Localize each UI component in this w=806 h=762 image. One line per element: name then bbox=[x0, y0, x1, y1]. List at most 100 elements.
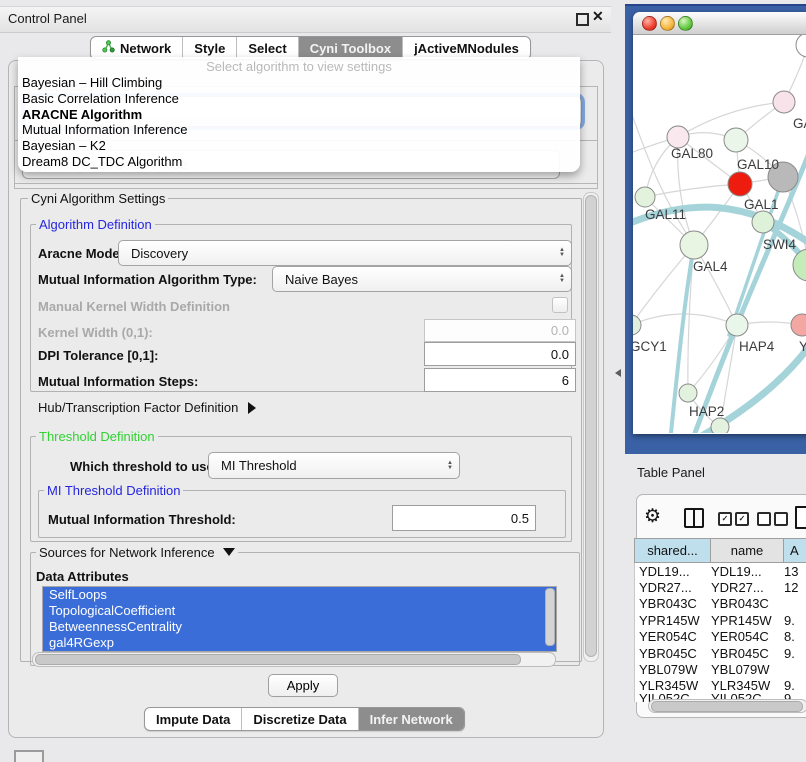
attribute-item-selected[interactable]: SelfLoops bbox=[43, 587, 556, 603]
mi-threshold-input[interactable]: 0.5 bbox=[392, 505, 536, 531]
expander-right-icon bbox=[248, 402, 256, 414]
mi-type-combo[interactable]: Naive Bayes ▲▼ bbox=[272, 266, 572, 292]
tab-discretize-data[interactable]: Discretize Data bbox=[241, 708, 357, 730]
screen: Control Panel ✕ Network Style Select Cyn… bbox=[0, 0, 806, 762]
settings-horizontal-scrollbar[interactable] bbox=[32, 652, 556, 667]
kernel-width-label: Kernel Width (0,1): bbox=[38, 325, 153, 340]
table-row[interactable]: YPR145W YPR145W 9. bbox=[635, 612, 806, 628]
minimized-panel-icon[interactable] bbox=[14, 750, 44, 762]
zoom-traffic-light-icon[interactable] bbox=[678, 16, 693, 31]
algorithm-dropdown-popup: Select algorithm to view settings Bayesi… bbox=[18, 57, 580, 172]
attributes-scrollbar[interactable] bbox=[545, 588, 555, 646]
desktop-background: GAL GAL80 GAL10 GAL1 GAL11 SWI4 GAL4 GCY… bbox=[625, 4, 806, 454]
algorithm-dropdown-list: Bayesian – Hill Climbing Basic Correlati… bbox=[21, 75, 571, 170]
tab-impute-data[interactable]: Impute Data bbox=[145, 708, 241, 730]
dpi-tolerance-label: DPI Tolerance [0,1]: bbox=[38, 348, 158, 363]
table-header-row: shared... name A bbox=[634, 538, 806, 563]
tab-network[interactable]: Network bbox=[91, 37, 182, 59]
node-label: GAL80 bbox=[671, 146, 713, 161]
algorithm-option[interactable]: Mutual Information Inference bbox=[21, 122, 571, 138]
combo-stepper-icon: ▲▼ bbox=[441, 461, 459, 471]
apply-button[interactable]: Apply bbox=[268, 674, 338, 697]
algorithm-option-selected[interactable]: ARACNE Algorithm bbox=[21, 107, 571, 123]
mi-threshold-label: Mutual Information Threshold: bbox=[48, 512, 236, 527]
node-label: HAP4 bbox=[739, 339, 775, 354]
network-canvas[interactable]: GAL GAL80 GAL10 GAL1 GAL11 SWI4 GAL4 GCY… bbox=[633, 35, 806, 433]
control-panel-title: Control Panel bbox=[8, 11, 87, 26]
column-header-name[interactable]: name bbox=[711, 538, 784, 563]
column-header-shared-name[interactable]: shared... bbox=[634, 538, 711, 563]
attribute-item-selected[interactable]: TopologicalCoefficient bbox=[43, 603, 556, 619]
tab-jactivemnodules[interactable]: jActiveMNodules bbox=[402, 37, 530, 59]
node-label: GAL4 bbox=[693, 259, 728, 274]
gear-icon[interactable]: ⚙ bbox=[644, 505, 661, 528]
algorithm-option[interactable]: Bayesian – Hill Climbing bbox=[21, 75, 571, 91]
combo-stepper-icon: ▲▼ bbox=[553, 248, 571, 258]
table-row[interactable]: YLR345W YLR345W 9. bbox=[635, 678, 806, 694]
checked-pair-icon[interactable]: ✓✓ bbox=[718, 512, 749, 526]
node-label: HAP2 bbox=[689, 404, 724, 419]
tab-infer-network[interactable]: Infer Network bbox=[358, 708, 464, 730]
manual-kernel-label: Manual Kernel Width Definition bbox=[38, 299, 230, 314]
node-label: GAL1 bbox=[744, 197, 779, 212]
dpi-tolerance-input[interactable]: 0.0 bbox=[424, 342, 576, 366]
algorithm-definition-title: Algorithm Definition bbox=[36, 217, 155, 232]
sources-expander[interactable]: Sources for Network Inference bbox=[36, 545, 238, 560]
attribute-item-selected[interactable]: BetweennessCentrality bbox=[43, 619, 556, 635]
table-panel-title: Table Panel bbox=[637, 465, 705, 480]
columns-icon[interactable] bbox=[684, 508, 704, 528]
aracne-mode-label: Aracne Mode: bbox=[38, 246, 124, 261]
hub-definition-expander[interactable]: Hub/Transcription Factor Definition bbox=[38, 400, 256, 415]
network-icon bbox=[102, 40, 115, 56]
kernel-width-input[interactable]: 0.0 bbox=[424, 319, 576, 342]
cyni-bottom-tabs: Impute Data Discretize Data Infer Networ… bbox=[144, 707, 465, 731]
table-row[interactable]: YBL079W YBL079W bbox=[635, 661, 806, 677]
node-label: SWI4 bbox=[763, 237, 796, 252]
algorithm-option[interactable]: Bayesian – K2 bbox=[21, 138, 571, 154]
table-row[interactable]: YDR27... YDR27... 12 bbox=[635, 579, 806, 595]
mi-type-label: Mutual Information Algorithm Type: bbox=[38, 272, 257, 287]
node-label: GAL bbox=[793, 116, 806, 131]
settings-vertical-scrollbar[interactable] bbox=[583, 192, 599, 662]
splitter-collapse-icon[interactable] bbox=[615, 369, 621, 377]
network-window-titlebar[interactable] bbox=[633, 12, 806, 35]
node-attribute-table: shared... name A YDL19... YDL19... 13 YD… bbox=[634, 538, 806, 702]
table-horizontal-scrollbar[interactable] bbox=[648, 699, 806, 713]
which-threshold-combo[interactable]: MI Threshold ▲▼ bbox=[208, 452, 460, 479]
column-header-partial[interactable]: A bbox=[784, 538, 806, 563]
algorithm-dropdown-placeholder: Select algorithm to view settings bbox=[18, 59, 580, 74]
close-traffic-light-icon[interactable] bbox=[642, 16, 657, 31]
mi-steps-label: Mutual Information Steps: bbox=[38, 374, 198, 389]
tab-cyni-toolbox[interactable]: Cyni Toolbox bbox=[298, 37, 402, 59]
table-row[interactable]: YDL19... YDL19... 13 bbox=[635, 563, 806, 579]
node-label: Y bbox=[799, 339, 806, 354]
node-label: GAL11 bbox=[645, 207, 686, 222]
table-row[interactable]: YBR043C YBR043C bbox=[635, 596, 806, 612]
node-label: GCY1 bbox=[633, 339, 667, 354]
manual-kernel-checkbox[interactable] bbox=[552, 297, 568, 313]
close-icon[interactable]: ✕ bbox=[592, 8, 604, 25]
tab-network-label: Network bbox=[120, 41, 171, 56]
data-attributes-list[interactable]: SelfLoops TopologicalCoefficient Between… bbox=[42, 586, 557, 652]
control-panel-titlebar bbox=[0, 6, 611, 33]
attribute-item-selected[interactable]: gal4RGexp bbox=[43, 635, 556, 651]
aracne-mode-combo[interactable]: Discovery ▲▼ bbox=[118, 240, 572, 266]
node-label: GAL10 bbox=[737, 157, 779, 172]
algorithm-option[interactable]: Dream8 DC_TDC Algorithm bbox=[21, 154, 571, 170]
network-window: GAL GAL80 GAL10 GAL1 GAL11 SWI4 GAL4 GCY… bbox=[633, 12, 806, 434]
table-row[interactable]: YBR045C YBR045C 9. bbox=[635, 645, 806, 661]
float-window-icon[interactable] bbox=[576, 13, 589, 26]
document-icon[interactable] bbox=[795, 506, 806, 529]
cyni-settings-group-title: Cyni Algorithm Settings bbox=[28, 191, 168, 206]
tab-style[interactable]: Style bbox=[182, 37, 236, 59]
combo-stepper-icon: ▲▼ bbox=[553, 274, 571, 284]
which-threshold-label: Which threshold to use: bbox=[70, 459, 218, 474]
algorithm-option[interactable]: Basic Correlation Inference bbox=[21, 91, 571, 107]
mi-threshold-group-title: MI Threshold Definition bbox=[44, 483, 183, 498]
minimize-traffic-light-icon[interactable] bbox=[660, 16, 675, 31]
table-row[interactable]: YER054C YER054C 8. bbox=[635, 629, 806, 645]
mi-steps-input[interactable]: 6 bbox=[424, 368, 576, 392]
tab-select[interactable]: Select bbox=[236, 37, 297, 59]
unchecked-pair-icon[interactable] bbox=[757, 512, 788, 526]
threshold-group-title: Threshold Definition bbox=[36, 429, 158, 444]
